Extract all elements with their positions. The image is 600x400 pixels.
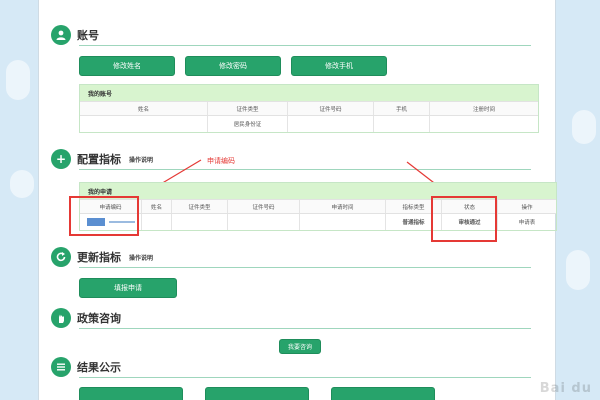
hand-icon <box>51 308 71 328</box>
table-cell <box>172 214 228 230</box>
divider <box>79 328 531 329</box>
application-form-link[interactable]: 申请表 <box>498 214 556 230</box>
result-button-1[interactable] <box>79 387 183 400</box>
section-title: 更新指标 <box>77 251 121 264</box>
column-header: 证件类型 <box>172 200 228 213</box>
background-cloud <box>566 250 590 290</box>
refresh-icon <box>51 247 71 267</box>
update-header: 更新指标 操作说明 <box>51 246 531 268</box>
update-section: 更新指标 操作说明 <box>51 246 531 268</box>
column-header: 操作 <box>521 204 533 211</box>
column-header: 证件号码 <box>228 200 300 213</box>
table-cell <box>142 214 172 230</box>
result-button-3[interactable] <box>331 387 435 400</box>
divider <box>79 377 531 378</box>
background-cloud <box>6 60 30 100</box>
background-cloud <box>572 110 596 144</box>
result-section: 结果公示 <box>51 356 531 378</box>
section-title: 结果公示 <box>77 361 121 374</box>
consult-button[interactable]: 我要咨询 <box>279 339 321 354</box>
background-cloud <box>10 170 34 198</box>
result-buttons <box>79 387 435 400</box>
result-button-2[interactable] <box>205 387 309 400</box>
help-link[interactable]: 操作说明 <box>129 253 153 262</box>
table-cell <box>228 214 300 230</box>
column-header: 申请时间 <box>300 200 386 213</box>
section-title: 政策咨询 <box>77 312 121 325</box>
main-panel: 账号 修改姓名 修改密码 修改手机 我的账号 姓名 证件类型 证件号码 手机 注… <box>38 0 557 400</box>
policy-section: 政策咨询 <box>51 307 531 329</box>
table-cell <box>300 214 386 230</box>
highlight-box-status <box>431 196 497 242</box>
divider <box>79 267 531 268</box>
result-header: 结果公示 <box>51 356 531 378</box>
policy-header: 政策咨询 <box>51 307 531 329</box>
column-header: 姓名 <box>142 200 172 213</box>
list-icon <box>51 357 71 377</box>
watermark-logo: Bai du <box>539 381 592 396</box>
fill-application-button[interactable]: 填报申请 <box>79 278 177 298</box>
highlight-box-code <box>69 196 139 236</box>
